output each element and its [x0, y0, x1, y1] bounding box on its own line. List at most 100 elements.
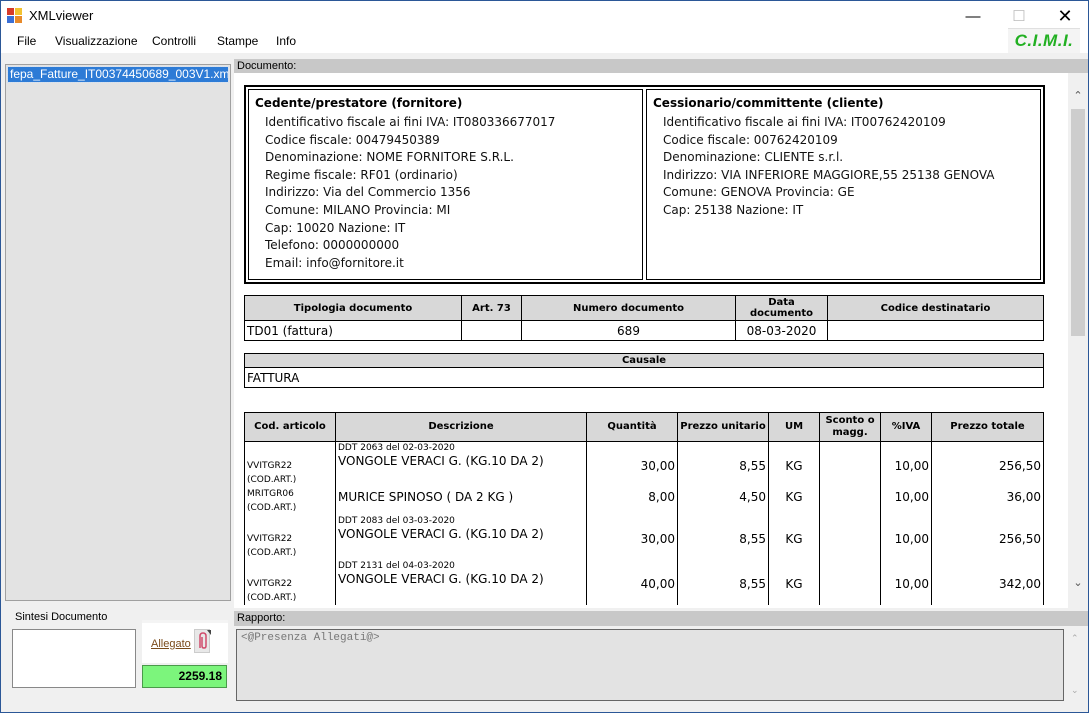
item-ddt: DDT 2131 del 04-03-2020 [338, 561, 455, 571]
item-total: 256,50 [931, 441, 1044, 487]
cedente-line: Regime fiscale: RF01 (ordinario) [265, 167, 458, 182]
col-sconto: Sconto o magg. [819, 412, 881, 442]
cessionario-panel: Cessionario/committente (cliente) Identi… [646, 89, 1041, 280]
documento-label: Documento: [234, 59, 1088, 73]
item-iva: 10,00 [880, 487, 932, 515]
allegato-panel: Allegato [142, 620, 228, 663]
col-tipologia: Tipologia documento [244, 295, 462, 321]
item-discount [819, 441, 881, 487]
document-viewer[interactable]: Cedente/prestatore (fornitore) Identific… [234, 73, 1088, 608]
item-total: 256,50 [931, 515, 1044, 560]
causale-header: Causale [244, 353, 1044, 368]
item-code: VVITGR22 [247, 461, 293, 471]
app-window: XMLviewer — ☐ ✕ File Visualizzazione Con… [0, 0, 1089, 713]
title-bar: XMLviewer — ☐ ✕ [1, 1, 1088, 31]
col-numero: Numero documento [521, 295, 736, 321]
col-art73: Art. 73 [461, 295, 522, 321]
rapporto-scrollbar[interactable]: ⌃ ⌄ [1066, 629, 1086, 701]
col-um: UM [768, 412, 820, 442]
cessionario-line: Denominazione: CLIENTE s.r.l. [663, 150, 844, 165]
menu-info[interactable]: Info [276, 34, 296, 48]
menu-stampe[interactable]: Stampe [217, 34, 258, 48]
cimi-logo: C.I.M.I. [1008, 28, 1080, 53]
scroll-down-icon[interactable]: ⌄ [1071, 685, 1079, 696]
sintesi-label: Sintesi Documento [15, 611, 108, 623]
menu-visualizzazione[interactable]: Visualizzazione [55, 34, 138, 48]
item-um: KG [768, 515, 820, 560]
minimize-button[interactable]: — [950, 1, 996, 31]
scroll-thumb[interactable] [1071, 109, 1085, 336]
item-um: KG [768, 441, 820, 487]
item-ddt: DDT 2083 del 03-03-2020 [338, 516, 455, 526]
item-code-note: (COD.ART.) [247, 548, 297, 558]
cessionario-line: Cap: 25138 Nazione: IT [663, 202, 804, 217]
col-codice-destinatario: Codice destinatario [827, 295, 1044, 321]
scroll-down-icon[interactable]: ⌄ [1068, 576, 1088, 594]
item-qty: 8,00 [586, 487, 678, 515]
item-code: VVITGR22 [247, 579, 293, 589]
item-code-note: (COD.ART.) [247, 593, 297, 603]
total-amount: 2259.18 [142, 665, 227, 688]
cedente-line: Codice fiscale: 00479450389 [265, 132, 440, 147]
item-qty: 30,00 [586, 441, 678, 487]
col-prezzo-totale: Prezzo totale [931, 412, 1044, 442]
col-iva: %IVA [880, 412, 932, 442]
window-title: XMLviewer [29, 8, 94, 23]
tipologia-value: TD01 (fattura) [244, 320, 462, 341]
cedente-line: Identificativo fiscale ai fini IVA: IT08… [265, 115, 556, 129]
cedente-line: Cap: 10020 Nazione: IT [265, 220, 406, 235]
numero-value: 689 [521, 320, 736, 341]
items-table: Cod. articolo Descrizione Quantità Prezz… [244, 412, 1044, 605]
item-description: VONGOLE VERACI G. (KG.10 DA 2) [338, 527, 544, 541]
menu-controlli[interactable]: Controlli [152, 34, 196, 48]
item-description: VONGOLE VERACI G. (KG.10 DA 2) [338, 572, 544, 586]
item-iva: 10,00 [880, 441, 932, 487]
item-unit-price: 4,50 [677, 487, 769, 515]
app-icon [7, 8, 23, 24]
cessionario-line: Codice fiscale: 00762420109 [663, 132, 838, 147]
allegato-link[interactable]: Allegato [151, 638, 191, 650]
cedente-line: Telefono: 0000000000 [265, 238, 400, 253]
causale-table: Causale FATTURA [244, 353, 1044, 388]
rapporto-textbox[interactable]: <@Presenza Allegati@> [236, 629, 1064, 701]
rapporto-label: Rapporto: [234, 611, 1088, 626]
item-total: 342,00 [931, 560, 1044, 605]
art73-value [461, 320, 522, 341]
document-scrollbar[interactable]: ⌃ ⌄ [1068, 73, 1088, 608]
cessionario-title: Cessionario/committente (cliente) [653, 96, 884, 110]
col-prezzo-unitario: Prezzo unitario [677, 412, 769, 442]
item-iva: 10,00 [880, 515, 932, 560]
item-description: VONGOLE VERACI G. (KG.10 DA 2) [338, 454, 544, 468]
parties-box: Cedente/prestatore (fornitore) Identific… [244, 85, 1045, 284]
item-total: 36,00 [931, 487, 1044, 515]
item-discount [819, 560, 881, 605]
cedente-line: Denominazione: NOME FORNITORE S.R.L. [265, 150, 514, 165]
item-qty: 30,00 [586, 515, 678, 560]
file-list-item[interactable]: fepa_Fatture_IT00374450689_003V1.xml_158 [7, 66, 229, 83]
document-info-table: Tipologia documento Art. 73 Numero docum… [244, 295, 1044, 341]
item-discount [819, 487, 881, 515]
codice-destinatario-value [827, 320, 1044, 341]
cedente-line: Comune: MILANO Provincia: MI [265, 202, 451, 217]
maximize-button[interactable]: ☐ [996, 1, 1042, 31]
scroll-up-icon[interactable]: ⌃ [1068, 89, 1088, 107]
table-row: MRITGR06 (COD.ART.) MURICE SPINOSO ( DA 2… [244, 487, 1044, 515]
causale-value: FATTURA [244, 367, 1044, 388]
cedente-title: Cedente/prestatore (fornitore) [255, 96, 463, 110]
item-code: VVITGR22 [247, 534, 293, 544]
item-code: MRITGR06 [247, 489, 294, 499]
cessionario-line: Identificativo fiscale ai fini IVA: IT00… [663, 115, 946, 129]
paperclip-icon[interactable] [194, 629, 211, 653]
item-description: MURICE SPINOSO ( DA 2 KG ) [338, 490, 514, 504]
close-button[interactable]: ✕ [1042, 1, 1088, 31]
item-unit-price: 8,55 [677, 560, 769, 605]
item-code-note: (COD.ART.) [247, 475, 297, 485]
item-um: KG [768, 487, 820, 515]
file-list[interactable]: fepa_Fatture_IT00374450689_003V1.xml_158 [5, 64, 231, 601]
item-qty: 40,00 [586, 560, 678, 605]
table-row: VVITGR22 (COD.ART.) DDT 2063 del 02-03-20… [244, 441, 1044, 487]
table-row: VVITGR22 (COD.ART.) DDT 2131 del 04-03-20… [244, 560, 1044, 605]
scroll-up-icon[interactable]: ⌃ [1071, 633, 1079, 644]
menu-file[interactable]: File [17, 34, 36, 48]
cedente-line: Email: info@fornitore.it [265, 255, 404, 270]
